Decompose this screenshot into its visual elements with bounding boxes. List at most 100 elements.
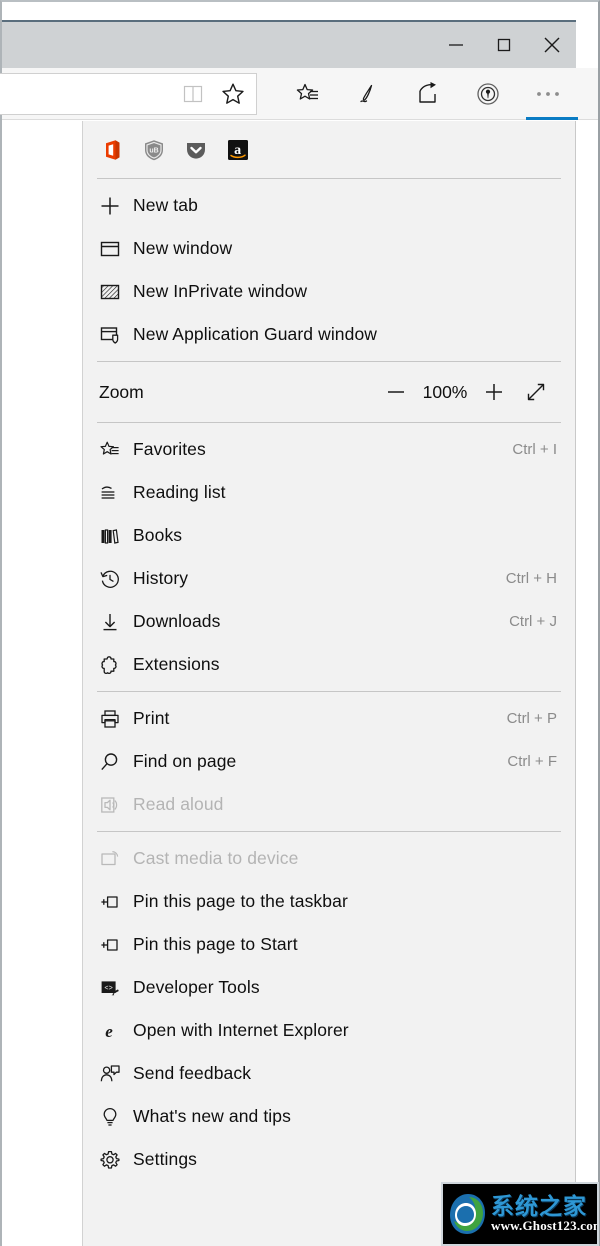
menu-item-read-aloud[interactable]: Read aloud <box>83 783 575 826</box>
read-aloud-speaker-icon <box>99 794 133 816</box>
favorites-star-list-icon <box>99 439 133 461</box>
menu-item-label: New InPrivate window <box>133 281 307 302</box>
menu-item-find-on-page[interactable]: Find on page Ctrl + F <box>83 740 575 783</box>
pin-icon <box>99 934 133 956</box>
watermark-logo-icon <box>447 1191 489 1237</box>
password-key-icon[interactable] <box>458 68 518 120</box>
favorite-star-icon[interactable] <box>220 81 246 107</box>
zoom-out-button[interactable] <box>375 372 417 412</box>
menu-item-label: Cast media to device <box>133 848 298 869</box>
menu-item-pin-page-to-taskbar[interactable]: Pin this page to the taskbar <box>83 880 575 923</box>
menu-item-label: What's new and tips <box>133 1106 291 1127</box>
menu-item-new-window[interactable]: New window <box>83 227 575 270</box>
menu-item-label: New window <box>133 238 232 259</box>
menu-separator <box>97 831 561 832</box>
address-bar[interactable] <box>0 73 257 115</box>
svg-text:uB: uB <box>149 147 158 154</box>
menu-item-print[interactable]: Print Ctrl + P <box>83 697 575 740</box>
cast-screen-icon <box>99 848 133 870</box>
menu-item-label: History <box>133 568 188 589</box>
hub-icon[interactable] <box>278 68 338 120</box>
settings-and-more-menu: uB a <box>82 121 576 1246</box>
internet-explorer-e-icon: e <box>99 1020 133 1042</box>
menu-item-label: Find on page <box>133 751 236 772</box>
inprivate-window-icon <box>99 281 133 303</box>
history-clock-icon <box>99 568 133 590</box>
menu-separator <box>97 361 561 362</box>
more-ellipsis-icon[interactable] <box>518 68 578 120</box>
minimize-button[interactable] <box>432 22 480 68</box>
library-group: Favorites Ctrl + I Reading list <box>83 428 575 686</box>
menu-item-favorites[interactable]: Favorites Ctrl + I <box>83 428 575 471</box>
share-icon[interactable] <box>398 68 458 120</box>
menu-item-label: Read aloud <box>133 794 224 815</box>
ublock-shield-extension-icon[interactable]: uB <box>141 137 167 163</box>
menu-item-label: Books <box>133 525 182 546</box>
menu-item-settings[interactable]: Settings <box>83 1138 575 1181</box>
menu-item-shortcut: Ctrl + J <box>509 613 557 630</box>
maximize-button[interactable] <box>480 22 528 68</box>
gear-icon <box>99 1149 133 1171</box>
menu-item-extensions[interactable]: Extensions <box>83 643 575 686</box>
menu-item-label: Downloads <box>133 611 220 632</box>
menu-item-downloads[interactable]: Downloads Ctrl + J <box>83 600 575 643</box>
pin-icon <box>99 891 133 913</box>
menu-item-label: Settings <box>133 1149 197 1170</box>
menu-item-new-tab[interactable]: New tab <box>83 184 575 227</box>
menu-item-open-with-internet-explorer[interactable]: e Open with Internet Explorer <box>83 1009 575 1052</box>
menu-item-history[interactable]: History Ctrl + H <box>83 557 575 600</box>
extension-icons-row: uB a <box>83 125 575 173</box>
new-window-group: New tab New window New InPrivate window <box>83 184 575 356</box>
actions-group: Cast media to device Pin this page to th… <box>83 837 575 1181</box>
printer-icon <box>99 708 133 730</box>
menu-item-shortcut: Ctrl + I <box>512 441 557 458</box>
zoom-controls: 100% <box>375 372 557 412</box>
menu-item-label: New tab <box>133 195 198 216</box>
window-icon <box>99 238 133 260</box>
watermark-title: 系统之家 <box>491 1195 599 1219</box>
fullscreen-arrows-icon[interactable] <box>515 372 557 412</box>
menu-item-whats-new-and-tips[interactable]: What's new and tips <box>83 1095 575 1138</box>
extensions-puzzle-icon <box>99 654 133 676</box>
zoom-value: 100% <box>417 382 473 403</box>
watermark-text: 系统之家 www.Ghost123.com <box>491 1195 599 1233</box>
menu-item-shortcut: Ctrl + H <box>506 570 557 587</box>
menu-item-label: Developer Tools <box>133 977 260 998</box>
browser-toolbar <box>2 68 598 120</box>
menu-item-label: Pin this page to Start <box>133 934 298 955</box>
svg-text:e: e <box>105 1022 113 1041</box>
menu-item-cast-media-to-device[interactable]: Cast media to device <box>83 837 575 880</box>
reading-list-icon <box>99 482 133 504</box>
lightbulb-icon <box>99 1106 133 1128</box>
menu-item-send-feedback[interactable]: Send feedback <box>83 1052 575 1095</box>
menu-item-label: Send feedback <box>133 1063 251 1084</box>
menu-item-books[interactable]: Books <box>83 514 575 557</box>
office-extension-icon[interactable] <box>99 137 125 163</box>
menu-item-pin-page-to-start[interactable]: Pin this page to Start <box>83 923 575 966</box>
menu-separator <box>97 691 561 692</box>
reading-view-icon[interactable] <box>180 81 206 107</box>
menu-item-label: Favorites <box>133 439 206 460</box>
menu-item-shortcut: Ctrl + F <box>507 753 557 770</box>
menu-item-shortcut: Ctrl + P <box>507 710 557 727</box>
menu-item-new-inprivate-window[interactable]: New InPrivate window <box>83 270 575 313</box>
plus-icon <box>99 195 133 217</box>
menu-item-reading-list[interactable]: Reading list <box>83 471 575 514</box>
toolbar-buttons <box>278 68 598 120</box>
pocket-extension-icon[interactable] <box>183 137 209 163</box>
menu-separator <box>97 422 561 423</box>
download-arrow-icon <box>99 611 133 633</box>
menu-item-label: Reading list <box>133 482 226 503</box>
web-note-pen-icon[interactable] <box>338 68 398 120</box>
menu-item-developer-tools[interactable]: <> Developer Tools <box>83 966 575 1009</box>
close-button[interactable] <box>528 22 576 68</box>
svg-text:<>: <> <box>104 985 112 993</box>
amazon-extension-icon[interactable]: a <box>225 137 251 163</box>
browser-window: uB a <box>0 0 600 1246</box>
search-magnifier-icon <box>99 751 133 773</box>
menu-item-new-application-guard-window[interactable]: New Application Guard window <box>83 313 575 356</box>
developer-tools-icon: <> <box>99 977 133 999</box>
send-feedback-person-icon <box>99 1063 133 1085</box>
menu-separator <box>97 178 561 179</box>
zoom-in-button[interactable] <box>473 372 515 412</box>
